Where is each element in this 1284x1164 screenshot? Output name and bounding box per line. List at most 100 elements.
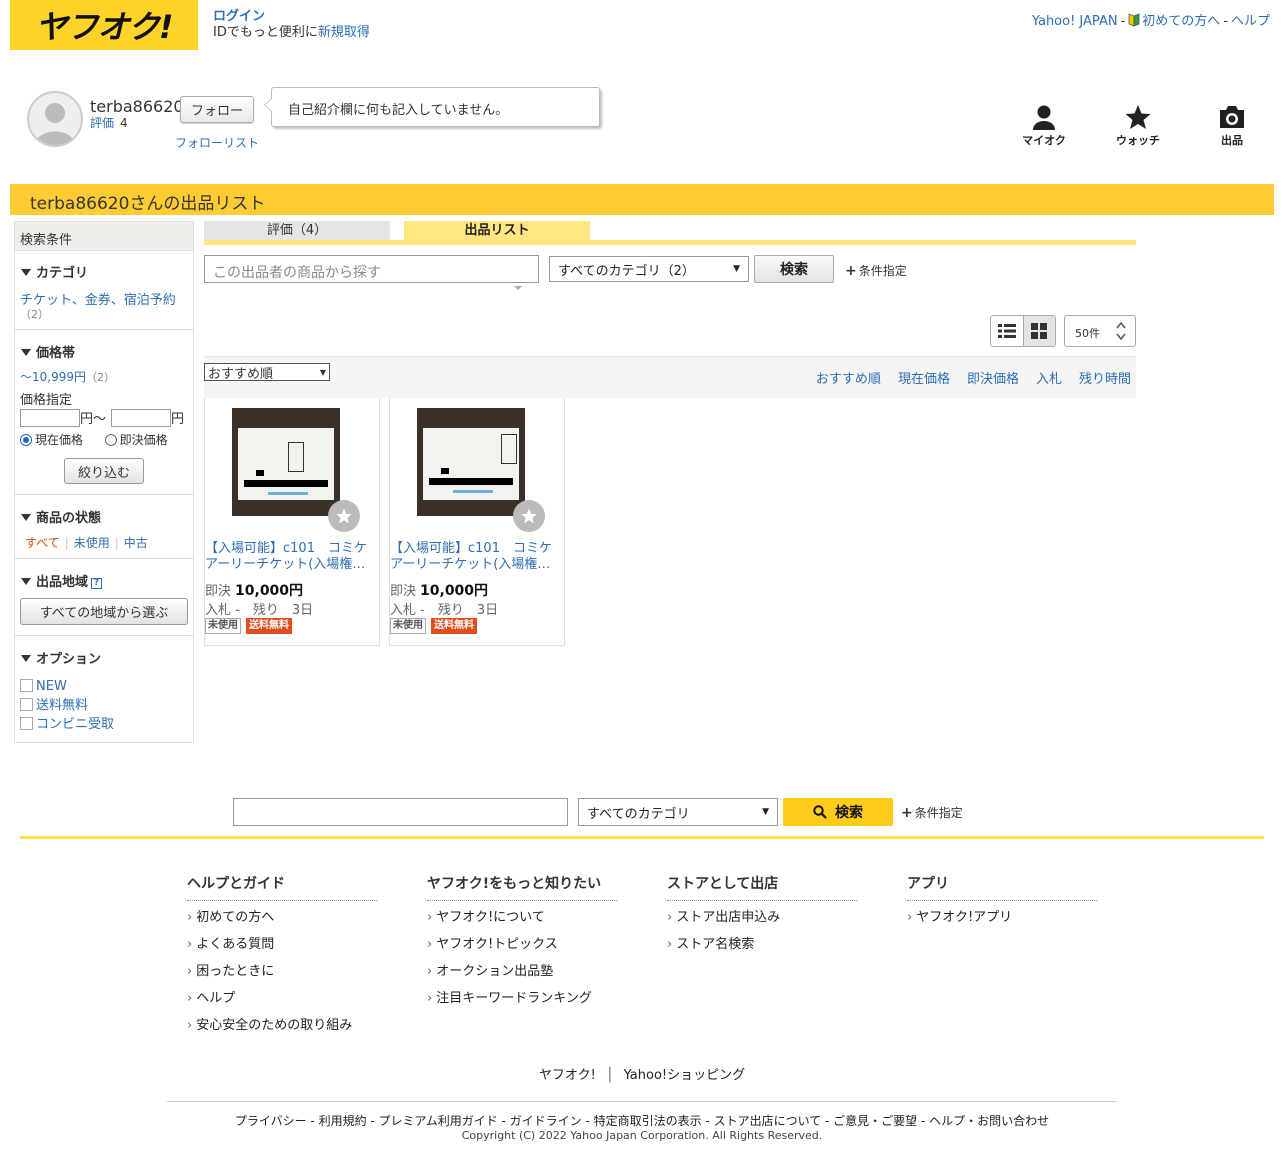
radio-current-price[interactable]: [20, 434, 32, 446]
select-value: すべてのカテゴリ: [587, 806, 690, 822]
condition-spec-link[interactable]: + 条件指定: [845, 262, 907, 279]
select-value: すべてのカテゴリ（2）: [558, 263, 695, 279]
filter-button[interactable]: 絞り込む: [64, 458, 144, 484]
category-select[interactable]: すべてのカテゴリ（2） ▼: [549, 256, 749, 282]
options-title[interactable]: オプション: [21, 648, 101, 667]
sort-buynow-price[interactable]: 即決価格: [967, 372, 1019, 387]
radio-label: 現在価格: [35, 433, 84, 447]
search-button[interactable]: 検索: [754, 255, 834, 283]
price-title[interactable]: 価格帯: [21, 342, 75, 361]
signup-link[interactable]: 新規取得: [318, 25, 370, 40]
footer-col-title: ストアとして出店: [667, 873, 857, 901]
footer-link[interactable]: ヘルプ: [187, 991, 377, 1018]
beginners-link[interactable]: 初めての方へ: [1142, 14, 1220, 29]
category-count: （2）: [20, 308, 49, 321]
item-title[interactable]: 【入場可能】c101 コミケアーリーチケット(入場権…: [390, 541, 560, 573]
category-title[interactable]: カテゴリ: [21, 262, 88, 281]
avatar: [27, 91, 83, 147]
sort-time-left[interactable]: 残り時間: [1079, 372, 1131, 387]
list-view-button[interactable]: [991, 316, 1023, 346]
item-thumbnail[interactable]: [417, 408, 525, 516]
price-max-input[interactable]: [111, 408, 172, 427]
per-page-stepper[interactable]: 50件: [1064, 315, 1136, 347]
help-link[interactable]: ヘルプ: [1231, 14, 1270, 29]
footer-legal-links[interactable]: プライバシー - 利用規約 - プレミアム利用ガイド - ガイドライン - 特定…: [0, 1112, 1284, 1129]
nav-myauction[interactable]: マイオク: [1009, 104, 1079, 148]
item-bid-info: 入札 - 残り 3日: [390, 603, 499, 618]
footer-link[interactable]: ストア出店申込み: [667, 910, 857, 937]
cond-label: 条件指定: [914, 806, 963, 820]
yahuoku-logo[interactable]: ヤフオク!: [10, 0, 198, 50]
divider: [15, 329, 193, 330]
option-label[interactable]: NEW: [36, 679, 67, 694]
sort-select[interactable]: おすすめ順 ▼: [204, 363, 330, 382]
sort-current-price[interactable]: 現在価格: [898, 372, 950, 387]
footer-link[interactable]: 安心安全のための取り組み: [187, 1018, 377, 1045]
watch-star-button[interactable]: [328, 500, 360, 532]
item-thumbnail[interactable]: [232, 408, 340, 516]
condition-title[interactable]: 商品の状態: [21, 507, 101, 526]
suggest-arrow-icon[interactable]: [514, 286, 522, 290]
footer-link[interactable]: ストア名検索: [667, 937, 857, 964]
nav-sell[interactable]: 出品: [1197, 104, 1267, 148]
footer-link[interactable]: ヤフオク!アプリ: [907, 910, 1097, 937]
bottom-search-button[interactable]: 検索: [783, 798, 893, 826]
yahoo-japan-link[interactable]: Yahoo! JAPAN: [1032, 14, 1118, 29]
bottom-condition-link[interactable]: + 条件指定: [901, 804, 963, 821]
footer-link[interactable]: よくある質問: [187, 937, 377, 964]
grid-view-button[interactable]: [1022, 316, 1055, 346]
option-free-shipping[interactable]: 送料無料: [20, 696, 114, 715]
option-new[interactable]: NEW: [20, 677, 114, 696]
brand-shopping-link[interactable]: Yahoo!ショッピング: [624, 1068, 745, 1083]
tab-ratings[interactable]: 評価（4）: [204, 221, 390, 241]
rating-link[interactable]: 評価: [90, 116, 114, 130]
condition-unused[interactable]: 未使用: [74, 536, 110, 550]
item-card[interactable]: 【入場可能】c101 コミケアーリーチケット(入場権… 即決 10,000円 入札…: [389, 398, 565, 646]
condition-section: 商品の状態: [21, 507, 101, 526]
list-view-icon: [997, 324, 1016, 338]
price-section: 価格帯: [21, 342, 75, 361]
checkbox[interactable]: [20, 698, 33, 711]
bottom-category-select[interactable]: すべてのカテゴリ ▼: [578, 798, 778, 826]
option-label[interactable]: 送料無料: [36, 698, 88, 713]
price-range-link[interactable]: 〜10,999円: [20, 370, 86, 384]
star-icon: [521, 508, 537, 524]
seller-search-input[interactable]: この出品者の商品から探す: [204, 255, 539, 283]
follow-button[interactable]: フォロー: [180, 96, 254, 123]
all-regions-button[interactable]: すべての地域から選ぶ: [20, 598, 188, 625]
footer-link[interactable]: ヤフオク!について: [427, 910, 617, 937]
tab-listings[interactable]: 出品リスト: [404, 221, 590, 241]
login-link[interactable]: ログイン: [213, 9, 265, 24]
checkbox[interactable]: [20, 679, 33, 692]
help-icon[interactable]: ?: [91, 578, 103, 589]
collapse-triangle-icon: [21, 514, 31, 521]
bottom-search-input[interactable]: [233, 798, 568, 826]
item-card[interactable]: 【入場可能】c101 コミケアーリーチケット(入場権… 即決 10,000円 入札…: [204, 398, 380, 646]
watch-star-button[interactable]: [513, 500, 545, 532]
radio-buynow-price[interactable]: [104, 434, 117, 446]
region-title[interactable]: 出品地域?: [21, 571, 103, 590]
item-title[interactable]: 【入場可能】c101 コミケアーリーチケット(入場権…: [205, 541, 375, 573]
nav-watch[interactable]: ウォッチ: [1103, 104, 1173, 148]
section-label: オプション: [36, 652, 102, 667]
brand-yahuoku-link[interactable]: ヤフオク!: [539, 1068, 596, 1083]
price-min-input[interactable]: [20, 408, 80, 427]
condition-all[interactable]: すべて: [25, 536, 60, 550]
id-text: IDでもっと便利に: [213, 25, 318, 40]
option-label[interactable]: コンビニ受取: [36, 717, 114, 732]
stepper-arrows-icon[interactable]: [1116, 322, 1126, 340]
condition-used[interactable]: 中古: [124, 536, 148, 550]
region-section: 出品地域?: [21, 571, 103, 590]
footer-link[interactable]: 初めての方へ: [187, 910, 377, 937]
footer-link[interactable]: オークション出品塾: [427, 964, 617, 991]
logo-text: ヤフオク!: [35, 8, 174, 46]
sort-recommended[interactable]: おすすめ順: [816, 372, 881, 387]
follow-list-link[interactable]: フォローリスト: [175, 134, 259, 151]
avatar-placeholder-icon: [35, 103, 75, 145]
checkbox[interactable]: [20, 717, 33, 730]
footer-link[interactable]: 注目キーワードランキング: [427, 991, 617, 1018]
footer-link[interactable]: ヤフオク!トピックス: [427, 937, 617, 964]
footer-link[interactable]: 困ったときに: [187, 964, 377, 991]
option-convenience-store[interactable]: コンビニ受取: [20, 715, 114, 734]
sort-bids[interactable]: 入札: [1036, 372, 1062, 387]
